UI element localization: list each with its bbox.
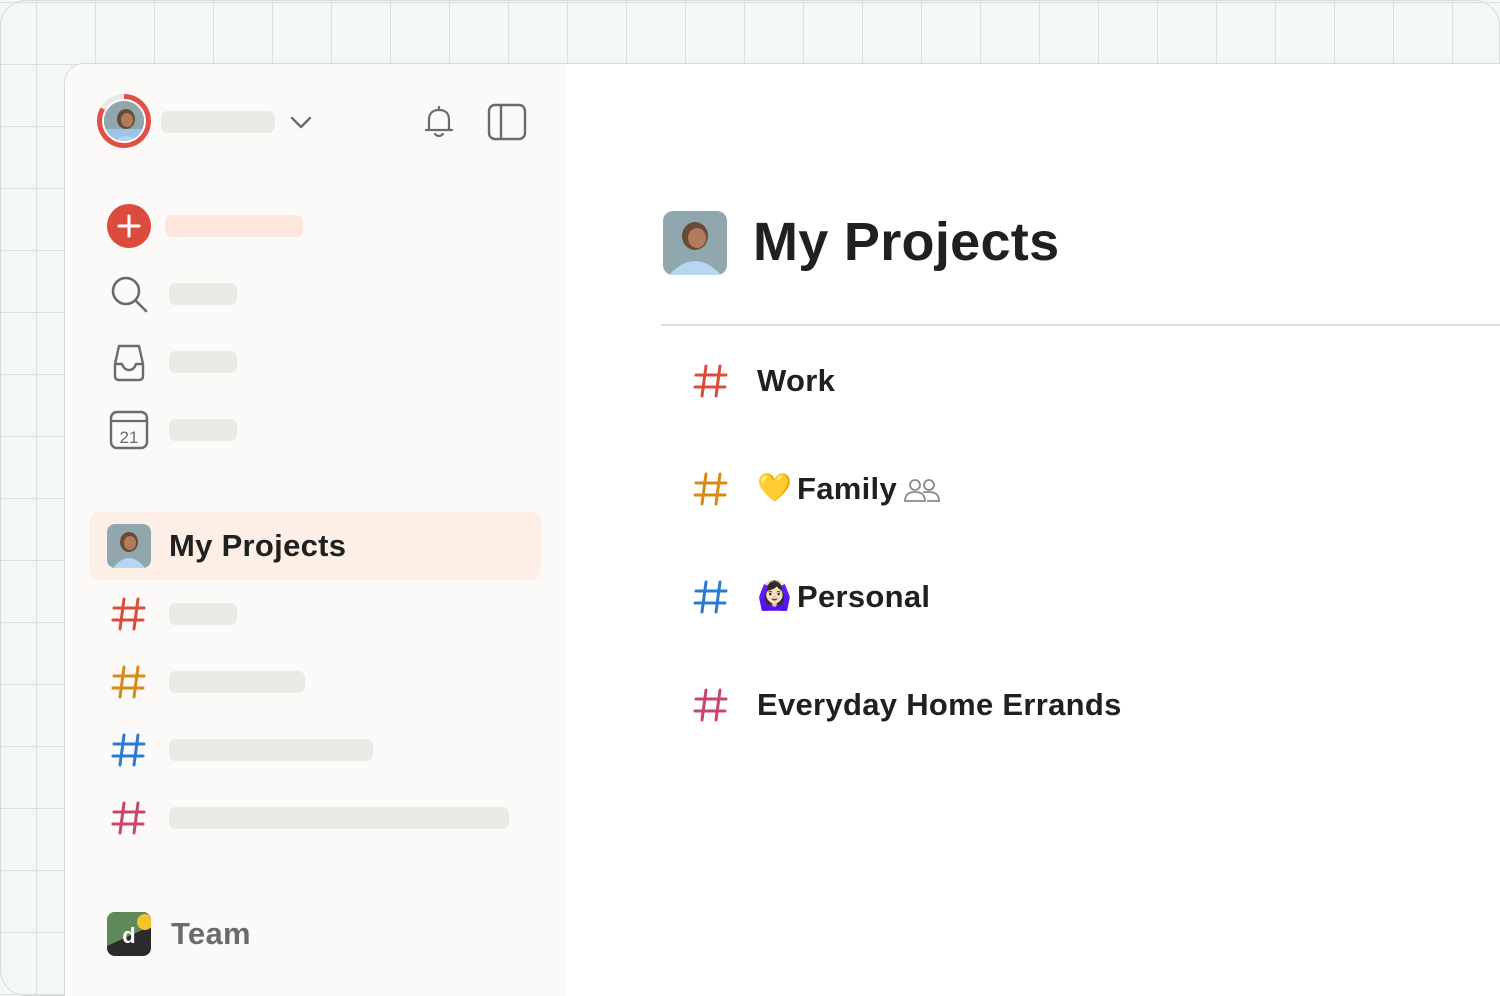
chevron-down-icon[interactable]	[287, 108, 315, 136]
divider	[661, 324, 1500, 326]
hash-icon	[693, 364, 728, 398]
search-icon[interactable]	[107, 272, 151, 316]
bell-icon[interactable]	[419, 102, 459, 142]
sidebar: 21 My Projects d Team	[65, 64, 565, 996]
calendar-today-icon[interactable]: 21	[107, 408, 151, 452]
inbox-label-placeholder[interactable]	[169, 351, 237, 373]
add-task-button[interactable]	[107, 204, 151, 248]
plus-icon	[117, 214, 141, 238]
project-name: Family	[797, 471, 898, 506]
page-avatar	[663, 211, 727, 275]
project-name: Personal	[797, 579, 931, 614]
page-title: My Projects	[753, 212, 1060, 272]
project-emoji: 🙆🏻‍♀️	[757, 579, 792, 612]
project-label-placeholder[interactable]	[169, 671, 305, 693]
project-item-family[interactable]: 💛 Family	[691, 465, 1391, 513]
project-name: Everyday Home Errands	[757, 687, 1122, 722]
project-emoji: 💛	[757, 471, 792, 504]
svg-text:21: 21	[120, 428, 139, 447]
add-task-label-placeholder[interactable]	[165, 215, 303, 237]
hash-icon[interactable]	[109, 730, 149, 770]
project-item-personal[interactable]: 🙆🏻‍♀️ Personal	[691, 573, 1391, 621]
project-label-placeholder[interactable]	[169, 603, 237, 625]
project-label-placeholder[interactable]	[169, 807, 509, 829]
hash-icon	[693, 688, 728, 722]
today-label-placeholder[interactable]	[169, 419, 237, 441]
project-item-everyday-home-errands[interactable]: Everyday Home Errands	[691, 681, 1391, 729]
hash-icon	[693, 580, 728, 614]
my-projects-avatar	[107, 524, 151, 568]
team-logo: d	[107, 912, 151, 956]
inbox-icon[interactable]	[107, 340, 151, 384]
sidebar-toggle-icon[interactable]	[485, 102, 529, 142]
hash-icon	[693, 472, 728, 506]
sidebar-header	[97, 94, 537, 150]
search-label-placeholder[interactable]	[169, 283, 237, 305]
project-label-placeholder[interactable]	[169, 739, 373, 761]
user-avatar[interactable]	[97, 94, 151, 148]
shared-people-icon	[904, 479, 940, 502]
hash-icon[interactable]	[109, 594, 149, 634]
hash-icon[interactable]	[109, 798, 149, 838]
workspace-name-placeholder[interactable]	[161, 111, 275, 133]
sidebar-item-label: My Projects	[169, 528, 347, 563]
sidebar-item-team[interactable]: d Team	[107, 912, 407, 960]
project-item-work[interactable]: Work	[691, 357, 1391, 405]
project-name: Work	[757, 363, 836, 398]
hash-icon[interactable]	[109, 662, 149, 702]
svg-text:d: d	[122, 923, 135, 948]
sidebar-item-my-projects[interactable]: My Projects	[89, 512, 541, 580]
app-window: 21 My Projects d Team My Projects Work 💛…	[64, 63, 1500, 996]
team-label: Team	[171, 916, 251, 951]
